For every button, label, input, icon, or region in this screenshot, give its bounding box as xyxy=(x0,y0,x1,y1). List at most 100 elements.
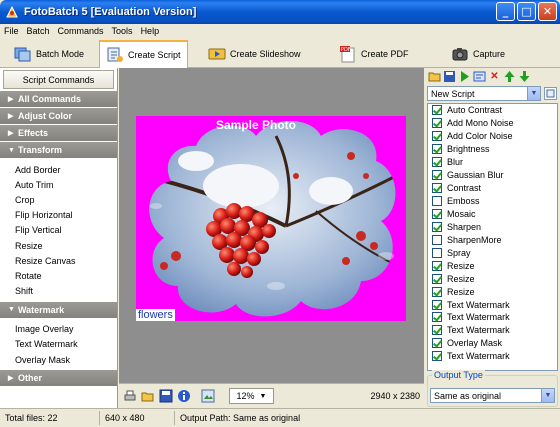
script-item-checkbox[interactable] xyxy=(432,351,442,362)
script-item[interactable]: Contrast xyxy=(428,182,557,195)
tab-create-pdf[interactable]: PDF Create PDF xyxy=(339,40,409,68)
script-item-checkbox[interactable] xyxy=(432,144,442,155)
cmd-overlay-mask[interactable]: Overlay Mask xyxy=(0,352,117,367)
chevron-down-icon[interactable]: ▼ xyxy=(527,87,540,100)
script-item[interactable]: SharpenMore xyxy=(428,233,557,246)
image-label: flowers xyxy=(136,309,175,321)
minimize-button[interactable]: _ xyxy=(496,2,515,21)
category-adjust-color[interactable]: ▶ Adjust Color xyxy=(0,108,117,125)
cmd-text-watermark[interactable]: Text Watermark xyxy=(0,337,117,352)
category-label: Transform xyxy=(18,145,63,155)
tab-capture[interactable]: Capture xyxy=(451,40,505,68)
script-item[interactable]: Text Watermark xyxy=(428,324,557,337)
watermark-commands: Image Overlay Text Watermark Overlay Mas… xyxy=(0,319,117,371)
script-item-checkbox[interactable] xyxy=(432,312,442,323)
script-item[interactable]: Sharpen xyxy=(428,220,557,233)
menu-help[interactable]: Help xyxy=(137,26,164,36)
script-item-checkbox[interactable] xyxy=(432,157,442,168)
tab-create-slideshow[interactable]: Create Slideshow xyxy=(208,40,301,68)
script-item[interactable]: Spray xyxy=(428,246,557,259)
script-item[interactable]: Add Mono Noise xyxy=(428,117,557,130)
category-transform[interactable]: ▼ Transform xyxy=(0,142,117,159)
script-item-checkbox[interactable] xyxy=(432,325,442,336)
edit-icon[interactable] xyxy=(473,70,486,83)
menu-commands[interactable]: Commands xyxy=(54,26,108,36)
cmd-rotate[interactable]: Rotate xyxy=(0,268,117,283)
cmd-auto-trim[interactable]: Auto Trim xyxy=(0,177,117,192)
menu-batch[interactable]: Batch xyxy=(23,26,54,36)
script-item-checkbox[interactable] xyxy=(432,118,442,129)
script-item-checkbox[interactable] xyxy=(432,286,442,297)
cmd-image-overlay[interactable]: Image Overlay xyxy=(0,322,117,337)
script-item-checkbox[interactable] xyxy=(432,221,442,232)
output-type-select[interactable]: Same as original ▼ xyxy=(430,388,555,403)
script-item-checkbox[interactable] xyxy=(432,247,442,258)
category-other[interactable]: ▶ Other xyxy=(0,370,117,388)
script-item-checkbox[interactable] xyxy=(432,105,442,116)
script-item-checkbox[interactable] xyxy=(432,183,442,194)
delete-icon[interactable]: ✕ xyxy=(488,70,501,83)
script-item-label: Spray xyxy=(447,247,471,258)
fit-image-icon[interactable] xyxy=(201,389,215,403)
cmd-resize-canvas[interactable]: Resize Canvas xyxy=(0,253,117,268)
script-item[interactable]: Resize xyxy=(428,285,557,298)
chevron-down-icon[interactable]: ▼ xyxy=(541,389,554,402)
open-folder-icon[interactable] xyxy=(428,70,441,83)
script-item-checkbox[interactable] xyxy=(432,338,442,349)
script-item-checkbox[interactable] xyxy=(432,196,442,207)
open-folder-icon[interactable] xyxy=(141,389,155,403)
cmd-shift[interactable]: Shift xyxy=(0,284,117,299)
script-item-checkbox[interactable] xyxy=(432,299,442,310)
script-item-checkbox[interactable] xyxy=(432,273,442,284)
tab-create-script[interactable]: Create Script xyxy=(99,40,188,68)
script-item[interactable]: Brightness xyxy=(428,143,557,156)
cmd-flip-horizontal[interactable]: Flip Horizontal xyxy=(0,208,117,223)
close-button[interactable]: ✕ xyxy=(538,2,557,21)
script-item[interactable]: Resize xyxy=(428,259,557,272)
tab-batch-mode[interactable]: Batch Mode xyxy=(14,40,84,68)
category-all-commands[interactable]: ▶ All Commands xyxy=(0,91,117,108)
script-item[interactable]: Resize xyxy=(428,272,557,285)
script-item-checkbox[interactable] xyxy=(432,170,442,181)
preview-canvas[interactable]: Sample Photo flowers xyxy=(119,68,424,383)
info-icon[interactable] xyxy=(177,389,191,403)
script-item[interactable]: Text Watermark xyxy=(428,350,557,363)
tab-label: Capture xyxy=(473,49,506,59)
menu-tools[interactable]: Tools xyxy=(108,26,137,36)
script-item[interactable]: Blur xyxy=(428,156,557,169)
category-watermark[interactable]: ▼ Watermark xyxy=(0,301,117,319)
script-item[interactable]: Mosaic xyxy=(428,208,557,221)
print-icon[interactable] xyxy=(123,389,137,403)
script-item[interactable]: Add Color Noise xyxy=(428,130,557,143)
script-item-checkbox[interactable] xyxy=(432,208,442,219)
script-item-checkbox[interactable] xyxy=(432,260,442,271)
cmd-flip-vertical[interactable]: Flip Vertical xyxy=(0,223,117,238)
script-item[interactable]: Gaussian Blur xyxy=(428,169,557,182)
script-select[interactable]: New Script ▼ xyxy=(427,86,541,101)
cmd-crop[interactable]: Crop xyxy=(0,192,117,207)
menu-file[interactable]: File xyxy=(0,26,23,36)
cmd-resize[interactable]: Resize xyxy=(0,238,117,253)
sample-photo-watermark: Sample Photo xyxy=(216,118,297,132)
save-icon[interactable] xyxy=(443,70,456,83)
play-icon[interactable] xyxy=(458,70,471,83)
script-item[interactable]: Emboss xyxy=(428,195,557,208)
script-item-label: Add Mono Noise xyxy=(447,118,514,129)
script-item[interactable]: Text Watermark xyxy=(428,298,557,311)
script-item-checkbox[interactable] xyxy=(432,131,442,142)
save-icon[interactable] xyxy=(159,389,173,403)
category-effects[interactable]: ▶ Effects xyxy=(0,125,117,142)
maximize-button[interactable]: □ xyxy=(517,2,536,21)
script-item[interactable]: Text Watermark xyxy=(428,311,557,324)
script-commands-header[interactable]: Script Commands xyxy=(3,70,114,89)
script-item-label: Brightness xyxy=(447,144,490,155)
script-item[interactable]: Overlay Mask xyxy=(428,337,557,350)
move-up-icon[interactable] xyxy=(503,70,516,83)
script-item-checkbox[interactable] xyxy=(432,234,442,245)
cmd-add-border[interactable]: Add Border xyxy=(0,162,117,177)
move-down-icon[interactable] xyxy=(518,70,531,83)
script-item[interactable]: Auto Contrast xyxy=(428,104,557,117)
script-item-label: Add Color Noise xyxy=(447,131,513,142)
zoom-dropdown[interactable]: 12% ▼ xyxy=(229,388,274,404)
script-options-icon[interactable] xyxy=(544,87,557,100)
